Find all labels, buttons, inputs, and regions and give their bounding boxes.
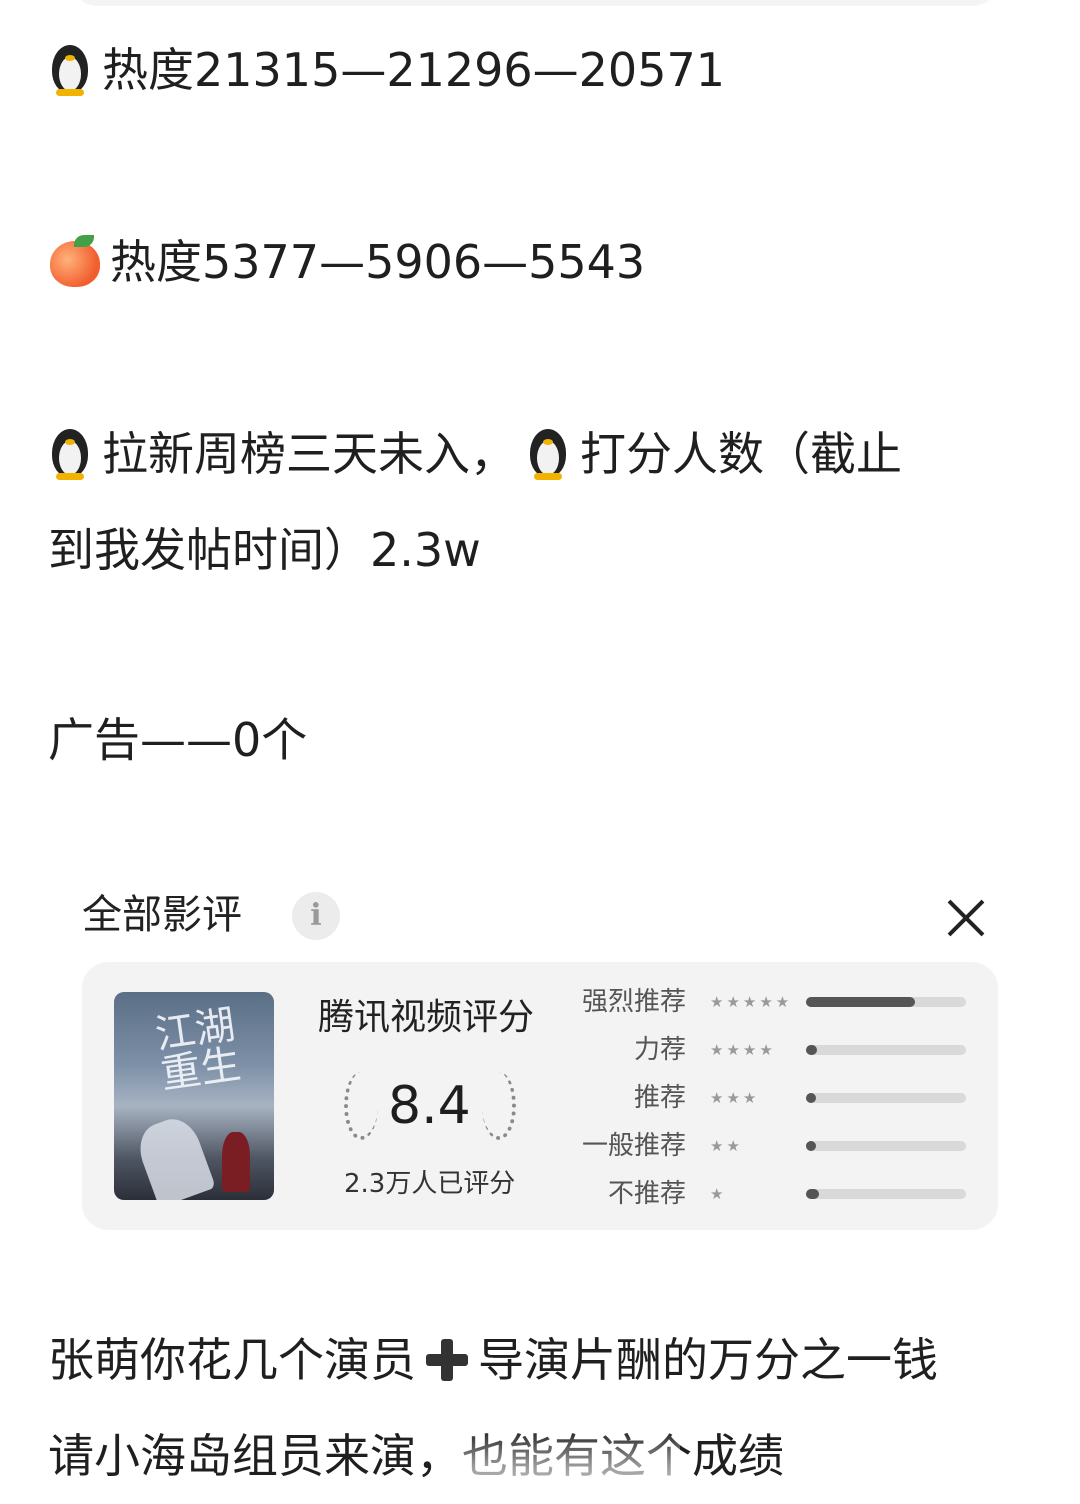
rating-bar-fill <box>806 1141 816 1151</box>
close-icon[interactable] <box>940 892 990 942</box>
post-line-1: 热度21315—21296—20571 <box>48 40 725 100</box>
rating-bar-fill <box>806 997 915 1007</box>
poster-figure <box>222 1132 250 1192</box>
laurel-left-icon <box>344 1072 378 1140</box>
star-icons: ★★★★★ <box>710 993 793 1011</box>
penguin-icon <box>48 43 92 97</box>
rating-bar-fill <box>806 1093 816 1103</box>
rating-bar <box>806 1189 966 1199</box>
text-fade-overlay <box>440 1428 680 1504</box>
rating-bar <box>806 1093 966 1103</box>
review-screenshot-panel: 全部影评 i 江湖 重生 腾讯视频评分 8.4 2.3万人已评分 强烈推荐 ★★★… <box>48 860 1038 1240</box>
heat-stats-text-2: 热度5377—5906—5543 <box>110 235 646 289</box>
rating-bar <box>806 1141 966 1151</box>
weekly-chart-text: 拉新周榜三天未入， <box>102 427 516 481</box>
rating-bar-fill <box>806 1045 818 1055</box>
comment-text-1: 张萌你花几个演员 <box>48 1333 416 1387</box>
rating-row: 一般推荐 ★★ <box>582 1126 982 1166</box>
rating-bar-fill <box>806 1189 819 1199</box>
heavy-plus-icon <box>420 1333 474 1387</box>
poster-figure <box>132 1112 216 1200</box>
star-icons: ★★ <box>710 1137 743 1155</box>
peach-icon <box>48 235 102 289</box>
star-icons: ★ <box>710 1185 727 1203</box>
rating-row-label: 推荐 <box>633 1083 686 1113</box>
rating-count-text: 打分人数（截止 <box>580 427 902 481</box>
rating-row: 力荐 ★★★★ <box>582 1030 982 1070</box>
score-value: 8.4 <box>388 1076 471 1136</box>
comment-text-2: 导演片酬的万分之一钱 <box>478 1333 938 1387</box>
rating-bar <box>806 997 966 1007</box>
rating-row: 不推荐 ★ <box>582 1174 982 1214</box>
rating-row-label: 一般推荐 <box>581 1131 686 1161</box>
post-line-3: 拉新周榜三天未入， 打分人数（截止 <box>48 424 902 484</box>
score-label: 腾讯视频评分 <box>318 997 535 1038</box>
post-line-5: 广告——0个 <box>48 710 307 770</box>
post-line-2: 热度5377—5906—5543 <box>48 232 645 292</box>
rating-count-continued: 到我发帖时间）2.3w <box>48 523 481 577</box>
info-icon[interactable]: i <box>292 892 340 940</box>
previous-card-edge <box>70 0 1000 6</box>
rating-row-label: 强烈推荐 <box>581 987 686 1017</box>
post-line-6: 张萌你花几个演员 导演片酬的万分之一钱 <box>48 1330 938 1390</box>
rating-bar <box>806 1045 966 1055</box>
penguin-icon <box>48 427 92 481</box>
star-icons: ★★★★ <box>710 1041 776 1059</box>
rating-row-label: 不推荐 <box>607 1179 686 1209</box>
panel-title: 全部影评 <box>82 892 242 938</box>
star-icons: ★★★ <box>710 1089 760 1107</box>
show-poster[interactable]: 江湖 重生 <box>114 992 274 1200</box>
laurel-right-icon <box>482 1072 516 1140</box>
rated-count: 2.3万人已评分 <box>344 1169 516 1199</box>
poster-title: 江湖 重生 <box>152 1001 244 1099</box>
rating-row-label: 力荐 <box>633 1035 686 1065</box>
post-line-4: 到我发帖时间）2.3w <box>48 520 481 580</box>
ads-count-text: 广告——0个 <box>48 713 308 767</box>
heat-stats-text-1: 热度21315—21296—20571 <box>102 43 725 97</box>
penguin-icon <box>526 427 570 481</box>
rating-row: 推荐 ★★★ <box>582 1078 982 1118</box>
rating-row: 强烈推荐 ★★★★★ <box>582 982 982 1022</box>
rating-card: 江湖 重生 腾讯视频评分 8.4 2.3万人已评分 强烈推荐 ★★★★★ 力荐 ★… <box>82 962 998 1230</box>
